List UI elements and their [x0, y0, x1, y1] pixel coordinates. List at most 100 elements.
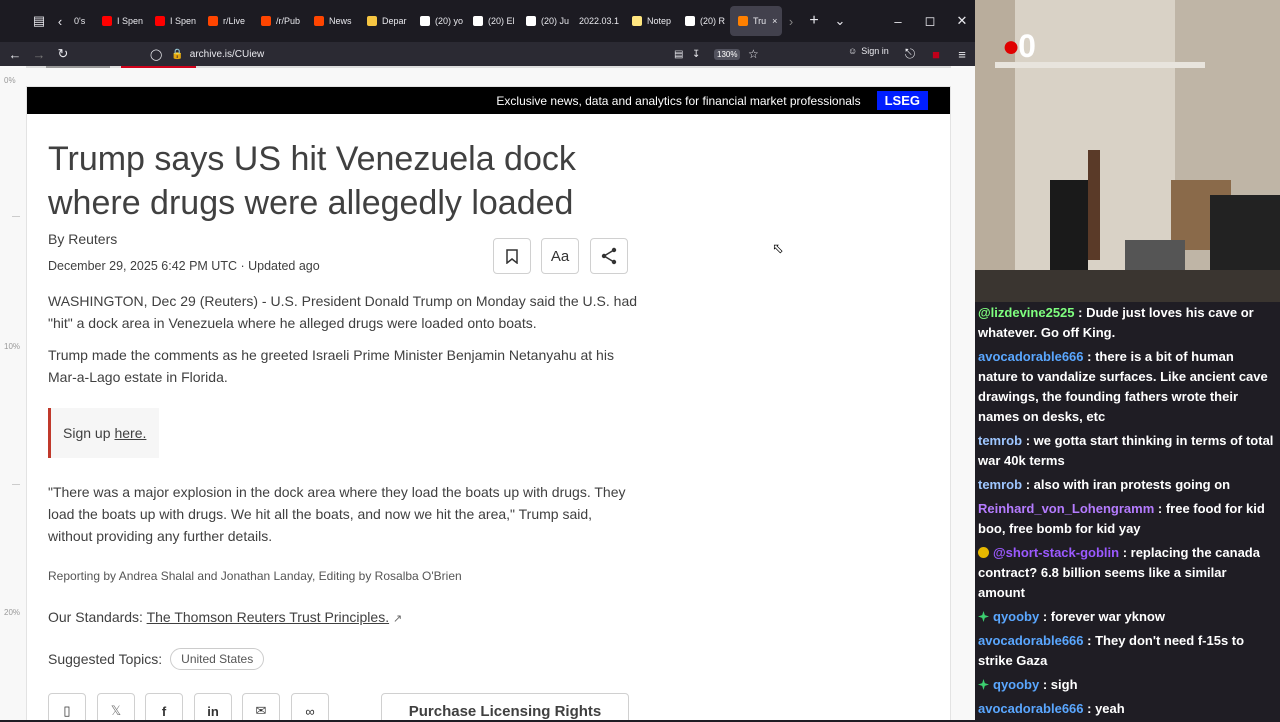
- new-tab-icon[interactable]: +: [800, 12, 828, 30]
- browser-tab[interactable]: I Spen: [94, 6, 147, 36]
- browser-tab[interactable]: Notep: [624, 6, 677, 36]
- stream-counter: ● 0: [1002, 28, 1036, 65]
- url-bar[interactable]: ◯ 🔒 archive.is/CUiew ▤ ↧ 130% ☆: [150, 42, 770, 66]
- mouse-cursor-icon: ⬁: [772, 240, 784, 256]
- share-facebook-button[interactable]: f: [145, 693, 183, 720]
- sign-in-label: Sign in: [861, 46, 889, 56]
- url-text[interactable]: archive.is/CUiew: [190, 49, 264, 60]
- font-size-button[interactable]: Aa: [541, 238, 579, 274]
- tab-label: I Spen: [170, 16, 197, 26]
- tab-list-icon[interactable]: ▤: [24, 13, 54, 29]
- tab-label: Tru: [753, 16, 767, 26]
- chat-message: avocadorable666 : there is a bit of huma…: [978, 346, 1277, 430]
- tab-label: I Spen: [117, 16, 144, 26]
- youtube-icon: [155, 16, 165, 26]
- purchase-licensing-button[interactable]: Purchase Licensing Rights: [381, 693, 629, 720]
- bookmark-button[interactable]: [493, 238, 531, 274]
- browser-tab[interactable]: Tru ×: [730, 6, 782, 36]
- counter-value: 0: [1018, 28, 1036, 64]
- browser-tab[interactable]: 0's: [66, 6, 94, 36]
- shield-icon[interactable]: ◯: [150, 48, 162, 61]
- external-link-icon: ↗: [392, 613, 403, 625]
- chat-username[interactable]: avocadorable666: [978, 701, 1084, 716]
- close-tab-icon[interactable]: ×: [772, 16, 777, 26]
- share-link-button[interactable]: ∞: [291, 693, 329, 720]
- share-linkedin-button[interactable]: in: [194, 693, 232, 720]
- tab-label: Depar: [382, 16, 407, 26]
- topic-chip[interactable]: United States: [170, 648, 265, 670]
- bookmark-star-icon[interactable]: ☆: [748, 47, 759, 61]
- youtube-icon: [102, 16, 112, 26]
- lseg-logo[interactable]: LSEG: [876, 91, 928, 110]
- article-byline[interactable]: By Reuters: [48, 231, 117, 247]
- bookmark-icon: ▯: [63, 703, 71, 718]
- chat-username[interactable]: temrob: [978, 433, 1022, 448]
- chat-username[interactable]: Reinhard_von_Lohengramm: [978, 501, 1154, 516]
- save-page-icon[interactable]: ↧: [692, 49, 700, 60]
- close-window-icon[interactable]: ✕: [946, 0, 975, 42]
- reader-view-icon[interactable]: ▤: [674, 49, 683, 60]
- list-all-tabs-icon[interactable]: ⌄: [828, 13, 852, 29]
- chat-username[interactable]: @lizdevine2525: [978, 305, 1075, 320]
- x-icon: [420, 16, 430, 26]
- browser-tab[interactable]: I Spen: [147, 6, 200, 36]
- chat-username[interactable]: @short-stack-goblin: [993, 545, 1119, 560]
- share-button[interactable]: [590, 238, 628, 274]
- lseg-banner-text[interactable]: Exclusive news, data and analytics for f…: [496, 94, 860, 108]
- tab-scroll-right-icon[interactable]: ›: [782, 14, 800, 29]
- chat-username[interactable]: avocadorable666: [978, 633, 1084, 648]
- ublock-icon[interactable]: ■: [924, 42, 948, 66]
- reload-icon[interactable]: ↻: [51, 42, 75, 66]
- ruler-tick: [12, 216, 20, 217]
- zoom-indicator[interactable]: 130%: [714, 48, 741, 60]
- browser-tab[interactable]: (20) El: [465, 6, 518, 36]
- forward-icon[interactable]: →: [27, 42, 51, 66]
- browser-tab[interactable]: (20) yo: [412, 6, 465, 36]
- chat-username[interactable]: avocadorable666: [978, 349, 1084, 364]
- chat-message: Reinhard_von_Lohengramm : free food for …: [978, 498, 1277, 542]
- facebook-icon: f: [161, 703, 167, 719]
- browser-tab[interactable]: r/Live: [200, 6, 253, 36]
- lseg-banner[interactable]: Exclusive news, data and analytics for f…: [27, 87, 950, 114]
- maximize-icon[interactable]: ◻: [914, 0, 946, 42]
- browser-tab[interactable]: (20) R: [677, 6, 730, 36]
- browser-tab[interactable]: News: [306, 6, 359, 36]
- trust-principles-link[interactable]: The Thomson Reuters Trust Principles.: [147, 609, 390, 625]
- back-icon[interactable]: ←: [3, 42, 27, 66]
- tab-scroll-left-icon[interactable]: ‹: [54, 14, 66, 29]
- ruler-label: 0%: [4, 76, 16, 85]
- share-bookmark-button[interactable]: ▯: [48, 693, 86, 720]
- article-paragraph: WASHINGTON, Dec 29 (Reuters) - U.S. Pres…: [48, 293, 638, 331]
- browser-tab[interactable]: Depar: [359, 6, 412, 36]
- browser-tab[interactable]: 2022.03.1: [571, 6, 624, 36]
- x-icon: [526, 16, 536, 26]
- topics-label: Suggested Topics:: [48, 651, 163, 667]
- share-email-button[interactable]: ✉: [242, 693, 280, 720]
- menu-icon[interactable]: ≡: [950, 42, 974, 66]
- browser-window: ▤ ‹ 0's I Spen I Spen r/Live/r/Pub News Depar…: [0, 0, 975, 720]
- reddit-icon: [261, 16, 271, 26]
- chat-text: : sigh: [1042, 677, 1078, 692]
- chat-username[interactable]: qyooby: [993, 677, 1039, 692]
- article-card: Exclusive news, data and analytics for f…: [26, 86, 951, 720]
- share-x-button[interactable]: 𝕏: [97, 693, 135, 720]
- minimize-icon[interactable]: –: [882, 0, 914, 42]
- chat-message: qyooby : forever war yknow: [978, 606, 1277, 630]
- signup-text: Sign up: [63, 425, 111, 441]
- signup-link[interactable]: here.: [114, 425, 146, 441]
- lock-icon[interactable]: 🔒: [171, 49, 183, 60]
- chat-username[interactable]: qyooby: [993, 609, 1039, 624]
- signup-box: Sign up here.: [48, 408, 159, 458]
- chat-message: @lizdevine2525 : Dude just loves his cav…: [978, 302, 1277, 346]
- browser-tab[interactable]: /r/Pub: [253, 6, 306, 36]
- browser-tab[interactable]: (20) Ju: [518, 6, 571, 36]
- extensions-icon[interactable]: ⎋: [898, 42, 922, 66]
- tab-label: 2022.03.1: [579, 16, 620, 26]
- link-icon: ∞: [305, 703, 315, 719]
- ruler-label: 10%: [4, 342, 21, 351]
- sign-in-button[interactable]: ☺ Sign in: [848, 46, 889, 56]
- chat-message: qyooby : sigh: [978, 674, 1277, 698]
- reddit-icon: [314, 16, 324, 26]
- chat-username[interactable]: temrob: [978, 477, 1022, 492]
- tab-bar: ▤ ‹ 0's I Spen I Spen r/Live/r/Pub News Depar…: [0, 0, 975, 42]
